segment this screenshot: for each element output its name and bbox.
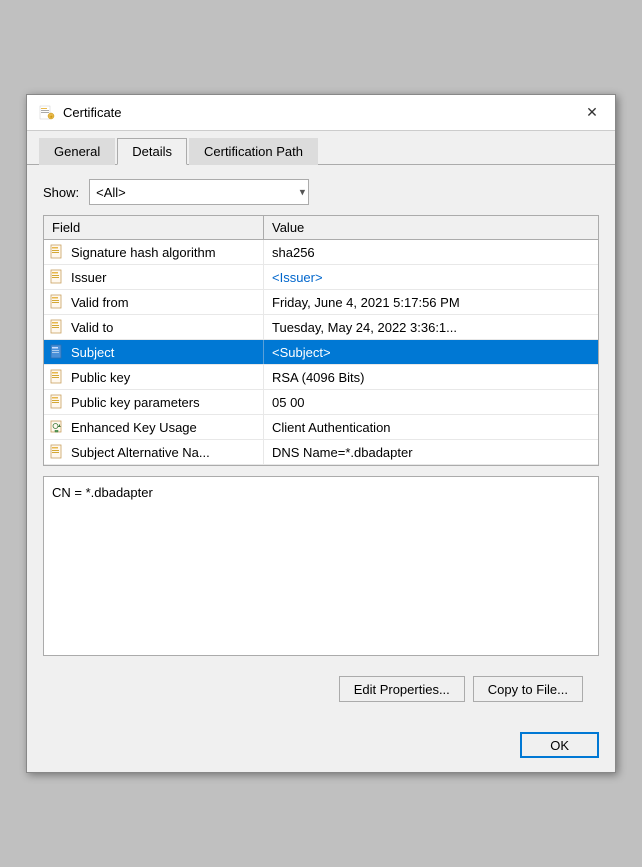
close-button[interactable]: ✕ xyxy=(581,102,603,124)
value-cell: Friday, June 4, 2021 5:17:56 PM xyxy=(264,290,598,314)
table-row[interactable]: Valid from Friday, June 4, 2021 5:17:56 … xyxy=(44,290,598,315)
tabs-container: General Details Certification Path xyxy=(27,131,615,165)
value-cell: RSA (4096 Bits) xyxy=(264,365,598,389)
svg-text:★: ★ xyxy=(50,114,54,119)
field-name: Public key xyxy=(71,370,130,385)
value-cell: Tuesday, May 24, 2022 3:36:1... xyxy=(264,315,598,339)
table-row[interactable]: Subject Alternative Na... DNS Name=*.dba… xyxy=(44,440,598,465)
field-name: Public key parameters xyxy=(71,395,200,410)
tab-general[interactable]: General xyxy=(39,138,115,165)
field-name: Signature hash algorithm xyxy=(71,245,216,260)
column-value: Value xyxy=(264,216,598,239)
value-cell: Client Authentication xyxy=(264,415,598,439)
bottom-buttons: Edit Properties... Copy to File... xyxy=(43,666,599,712)
table-row[interactable]: Valid to Tuesday, May 24, 2022 3:36:1... xyxy=(44,315,598,340)
field-name: Enhanced Key Usage xyxy=(71,420,197,435)
field-icon xyxy=(50,369,66,385)
table-header: Field Value xyxy=(44,216,598,240)
field-cell: Subject xyxy=(44,340,264,364)
field-name: Subject xyxy=(71,345,114,360)
field-icon xyxy=(50,444,66,460)
table-row[interactable]: Subject <Subject> xyxy=(44,340,598,365)
field-cell: Issuer xyxy=(44,265,264,289)
edit-properties-button[interactable]: Edit Properties... xyxy=(339,676,465,702)
tab-details[interactable]: Details xyxy=(117,138,187,165)
field-cell: Enhanced Key Usage xyxy=(44,415,264,439)
table-row[interactable]: Public key RSA (4096 Bits) xyxy=(44,365,598,390)
show-select-wrapper[interactable]: <All> Version 1 Fields Only Extensions O… xyxy=(89,179,309,205)
field-icon xyxy=(50,419,66,435)
tab-content: Show: <All> Version 1 Fields Only Extens… xyxy=(27,165,615,726)
certificate-dialog: ★ Certificate ✕ General Details Certific… xyxy=(26,94,616,773)
title-bar: ★ Certificate ✕ xyxy=(27,95,615,131)
show-row: Show: <All> Version 1 Fields Only Extens… xyxy=(43,179,599,205)
copy-to-file-button[interactable]: Copy to File... xyxy=(473,676,583,702)
field-name: Issuer xyxy=(71,270,106,285)
field-icon xyxy=(50,244,66,260)
field-name: Valid to xyxy=(71,320,113,335)
field-icon xyxy=(50,294,66,310)
field-cell: Public key parameters xyxy=(44,390,264,414)
value-cell: <Subject> xyxy=(264,340,598,364)
field-name: Subject Alternative Na... xyxy=(71,445,210,460)
field-icon xyxy=(50,394,66,410)
dialog-title: Certificate xyxy=(63,105,122,120)
show-select[interactable]: <All> Version 1 Fields Only Extensions O… xyxy=(89,179,309,205)
field-icon xyxy=(50,319,66,335)
field-cell: Subject Alternative Na... xyxy=(44,440,264,464)
table-row[interactable]: Signature hash algorithm sha256 xyxy=(44,240,598,265)
table-row[interactable]: Public key parameters 05 00 xyxy=(44,390,598,415)
field-cell: Valid from xyxy=(44,290,264,314)
ok-button[interactable]: OK xyxy=(520,732,599,758)
value-cell: DNS Name=*.dbadapter xyxy=(264,440,598,464)
title-bar-left: ★ Certificate xyxy=(39,105,122,121)
field-cell: Public key xyxy=(44,365,264,389)
show-label: Show: xyxy=(43,185,79,200)
tab-certification-path[interactable]: Certification Path xyxy=(189,138,318,165)
certificate-title-icon: ★ xyxy=(39,105,55,121)
detail-content: CN = *.dbadapter xyxy=(52,485,153,500)
column-field: Field xyxy=(44,216,264,239)
field-cell: Signature hash algorithm xyxy=(44,240,264,264)
table-row[interactable]: Enhanced Key Usage Client Authentication xyxy=(44,415,598,440)
field-name: Valid from xyxy=(71,295,129,310)
table-row[interactable]: Issuer <Issuer> xyxy=(44,265,598,290)
ok-row: OK xyxy=(27,726,615,772)
detail-text-box: CN = *.dbadapter xyxy=(43,476,599,656)
value-cell: sha256 xyxy=(264,240,598,264)
field-icon xyxy=(50,269,66,285)
value-cell: 05 00 xyxy=(264,390,598,414)
fields-table: Field Value Signature hash algorithm xyxy=(43,215,599,466)
field-cell: Valid to xyxy=(44,315,264,339)
value-cell: <Issuer> xyxy=(264,265,598,289)
field-icon xyxy=(50,344,66,360)
table-body: Signature hash algorithm sha256 Issuer xyxy=(44,240,598,465)
